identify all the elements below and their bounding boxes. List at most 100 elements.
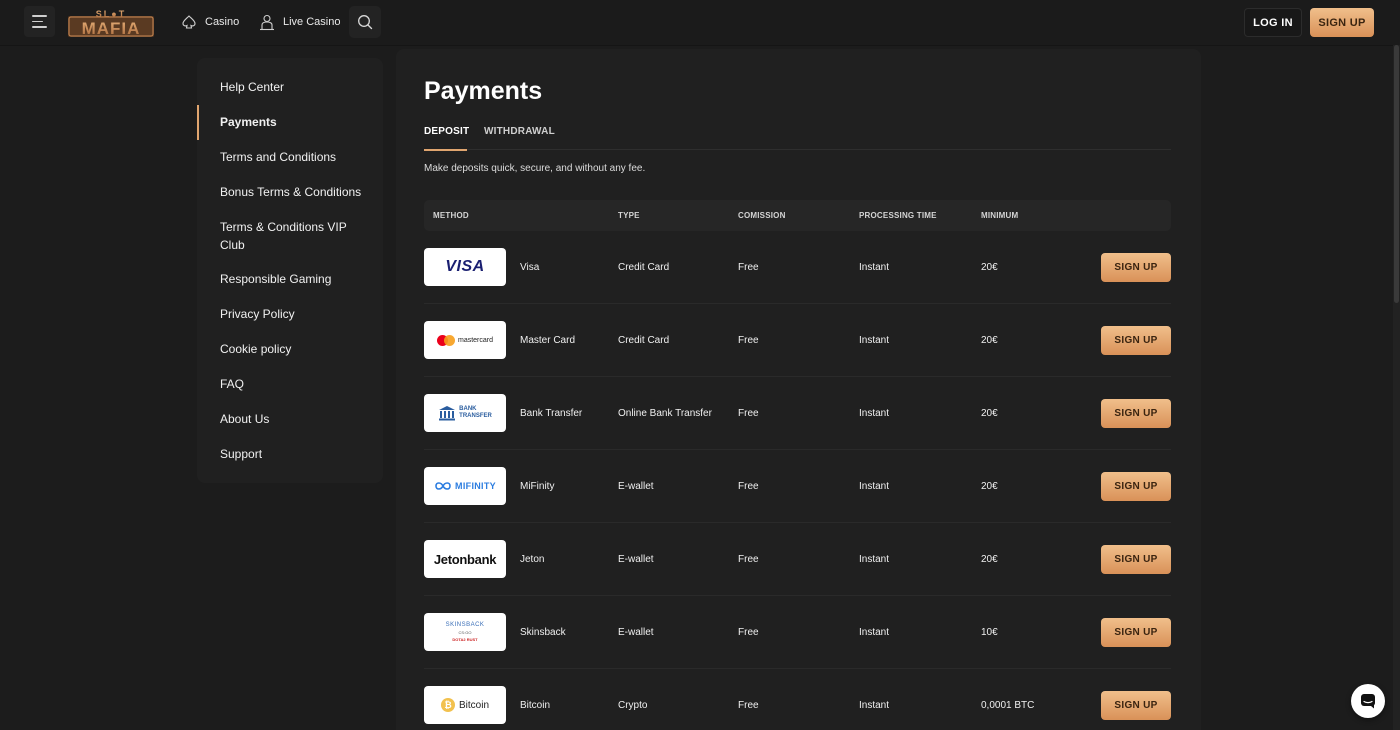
mastercard-logo-mark: mastercard (436, 334, 493, 346)
method-name: Master Card (520, 335, 576, 346)
column-header-method: METHOD (433, 211, 469, 220)
mastercard-logo-text: mastercard (457, 336, 493, 344)
method-minimum: 20€ (981, 554, 998, 565)
mifinity-logo-mark: MIFINITY (434, 481, 496, 491)
method-type: E-wallet (618, 481, 654, 492)
login-button[interactable]: LOG IN (1244, 8, 1302, 37)
top-header: SL●T MAFIA Casino Live Casino LOG IN SIG… (0, 0, 1400, 45)
row-signup-button[interactable]: SIGN UP (1101, 326, 1171, 355)
tab-deposit[interactable]: DEPOSIT (424, 126, 469, 151)
nav-live-casino[interactable]: Live Casino (259, 12, 340, 32)
site-logo[interactable]: SL●T MAFIA (67, 7, 155, 38)
sidebar-item-faq[interactable]: FAQ (197, 376, 383, 393)
method-processing-time: Instant (859, 554, 890, 565)
row-signup-button[interactable]: SIGN UP (1101, 472, 1171, 501)
row-signup-button[interactable]: SIGN UP (1101, 691, 1171, 720)
visa-logo-text: VISA (445, 258, 485, 275)
method-minimum: 20€ (981, 335, 998, 346)
tab-withdrawal[interactable]: WITHDRAWAL (484, 126, 555, 150)
method-minimum: 20€ (981, 262, 998, 273)
table-row: SKINSBACK CS:GO DOTA2 RUST Skinsback E-w… (424, 596, 1171, 669)
sidebar-item-privacy-policy[interactable]: Privacy Policy (197, 306, 383, 323)
sidebar-item-support[interactable]: Support (197, 446, 383, 463)
table-row: VISA Visa Credit Card Free Instant 20€ S… (424, 231, 1171, 304)
method-type: Credit Card (618, 262, 670, 273)
sidebar-item-about-us[interactable]: About Us (197, 411, 383, 428)
sidebar-item-help-center[interactable]: Help Center (197, 79, 383, 96)
payments-subtitle: Make deposits quick, secure, and without… (424, 163, 646, 174)
method-minimum: 20€ (981, 481, 998, 492)
column-header-minimum: MINIMUM (981, 211, 1019, 220)
table-row: mastercard Master Card Credit Card Free … (424, 304, 1171, 377)
method-type: Online Bank Transfer (618, 408, 712, 419)
table-header: METHOD TYPE COMISSION PROCESSING TIME MI… (424, 200, 1171, 231)
slot-mafia-logo-icon: SL●T MAFIA (68, 9, 154, 38)
method-commission: Free (738, 481, 759, 492)
sidebar-item-cookie-policy[interactable]: Cookie policy (197, 341, 383, 358)
page-title: Payments (424, 77, 543, 105)
row-signup-button[interactable]: SIGN UP (1101, 618, 1171, 647)
jetonbank-logo-text: Jetonbank (433, 551, 497, 567)
table-row: MIFINITY MiFinity E-wallet Free Instant … (424, 450, 1171, 523)
method-type: Crypto (618, 700, 648, 711)
payment-tabs: DEPOSIT WITHDRAWAL (424, 126, 1171, 151)
hamburger-icon-line (32, 26, 47, 28)
skinsback-logo-line2: CS:GO (458, 630, 472, 635)
sidebar-item-terms[interactable]: Terms and Conditions (197, 149, 383, 166)
infinity-icon (435, 482, 451, 490)
bank-logo-line2: TRANSFER (459, 413, 492, 419)
bank-transfer-logo-mark: BANK TRANSFER (438, 405, 492, 421)
mifinity-logo-text: MIFINITY (455, 481, 496, 491)
mifinity-logo: MIFINITY (424, 467, 506, 505)
bitcoin-coin-icon: ₿ (440, 698, 455, 712)
sidebar-item-vip-terms[interactable]: Terms & Conditions VIP Club (197, 219, 347, 254)
method-processing-time: Instant (859, 627, 890, 638)
method-name: Bitcoin (520, 700, 551, 711)
sidebar-item-payments[interactable]: Payments (197, 105, 383, 140)
method-commission: Free (738, 627, 759, 638)
scrollbar-thumb[interactable] (1394, 45, 1399, 303)
help-sidebar: Help Center Payments Terms and Condition… (197, 58, 383, 483)
method-minimum: 0,0001 BTC (981, 700, 1035, 711)
method-minimum: 10€ (981, 627, 998, 638)
method-minimum: 20€ (981, 408, 998, 419)
method-name: MiFinity (520, 481, 555, 492)
method-processing-time: Instant (859, 700, 890, 711)
skinsback-logo-line3: DOTA2 RUST (452, 637, 478, 642)
search-icon (358, 15, 373, 30)
column-header-commission: COMISSION (738, 211, 786, 220)
header-signup-button[interactable]: SIGN UP (1310, 8, 1374, 37)
row-signup-button[interactable]: SIGN UP (1101, 253, 1171, 282)
method-name: Skinsback (520, 627, 566, 638)
method-name: Visa (520, 262, 540, 273)
method-type: Credit Card (618, 335, 670, 346)
method-processing-time: Instant (859, 262, 890, 273)
method-commission: Free (738, 554, 759, 565)
hamburger-icon-line (32, 20, 43, 23)
column-header-type: TYPE (618, 211, 640, 220)
bank-transfer-logo: BANK TRANSFER (424, 394, 506, 432)
page-scrollbar[interactable] (1393, 45, 1400, 730)
skinsback-logo-line1: SKINSBACK (445, 622, 485, 628)
row-signup-button[interactable]: SIGN UP (1101, 399, 1171, 428)
column-header-processing-time: PROCESSING TIME (859, 211, 937, 220)
svg-text:MAFIA: MAFIA (82, 19, 141, 38)
nav-live-casino-label: Live Casino (283, 16, 341, 28)
method-commission: Free (738, 700, 759, 711)
nav-casino-label: Casino (205, 16, 240, 28)
sidebar-item-responsible-gaming[interactable]: Responsible Gaming (197, 271, 383, 288)
skinsback-logo-mark: SKINSBACK CS:GO DOTA2 RUST (446, 622, 485, 642)
bank-logo-line1: BANK (459, 406, 477, 412)
method-commission: Free (738, 262, 759, 273)
nav-casino[interactable]: Casino (181, 12, 239, 32)
search-button[interactable] (349, 6, 381, 38)
bank-building-icon (439, 406, 456, 421)
method-name: Jeton (520, 554, 545, 565)
method-type: E-wallet (618, 627, 654, 638)
method-type: E-wallet (618, 554, 654, 565)
sidebar-item-bonus-terms[interactable]: Bonus Terms & Conditions (197, 184, 383, 201)
menu-toggle-button[interactable] (24, 6, 55, 37)
row-signup-button[interactable]: SIGN UP (1101, 545, 1171, 574)
spade-icon (182, 15, 196, 29)
live-chat-button[interactable] (1351, 684, 1385, 718)
